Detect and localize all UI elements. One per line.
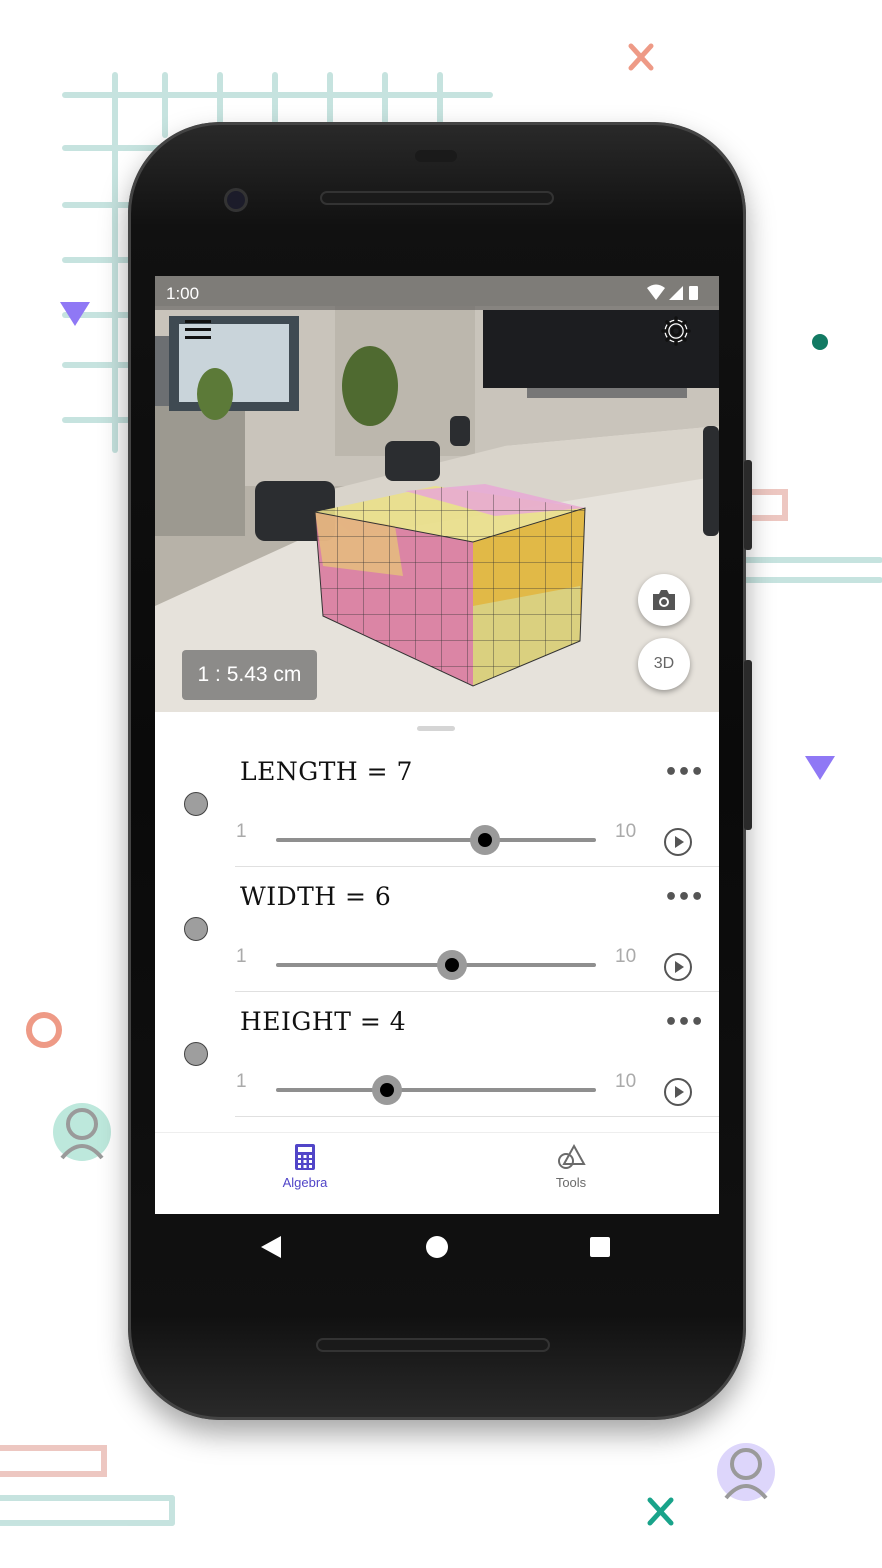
slider-label: WIDTH = 6	[240, 882, 392, 911]
row-divider	[235, 1116, 719, 1117]
recents-icon[interactable]	[590, 1237, 610, 1257]
play-icon[interactable]	[664, 1078, 692, 1106]
proximity-sensor	[415, 150, 457, 162]
nav-algebra[interactable]: Algebra	[245, 1143, 365, 1190]
algebra-panel: LENGTH = 7 ••• 1 10 WIDTH = 6 ••• 1 10 H…	[155, 712, 719, 1132]
volume-button	[744, 660, 752, 830]
visibility-toggle[interactable]	[184, 917, 208, 941]
ar-scene	[155, 276, 719, 712]
camera-icon	[653, 590, 675, 610]
slider-row-height: HEIGHT = 4 ••• 1 10	[155, 992, 719, 1117]
slider-label: LENGTH = 7	[240, 757, 413, 786]
slider-row-width: WIDTH = 6 ••• 1 10	[155, 867, 719, 992]
slider-max: 10	[615, 821, 637, 842]
app-screen: 1:00 3D 1: 5.43 cm LENGTH = 7 ••• 1 10 …	[155, 276, 719, 1214]
status-bar: 1:00	[155, 276, 719, 310]
status-time: 1:00	[166, 284, 200, 303]
more-options-icon[interactable]: •••	[664, 1010, 704, 1035]
slider-thumb[interactable]	[380, 1083, 394, 1097]
slider-track[interactable]	[276, 1088, 596, 1092]
more-options-icon[interactable]: •••	[664, 760, 704, 785]
nav-tools-label: Tools	[555, 1175, 587, 1190]
power-button	[744, 460, 752, 550]
play-icon[interactable]	[664, 953, 692, 981]
scale-indicator: 1 : 5.43 cm	[182, 650, 317, 700]
back-icon[interactable]	[261, 1236, 281, 1258]
wifi-icon	[647, 284, 665, 300]
view-3d-button[interactable]: 3D	[638, 638, 690, 690]
battery-icon	[689, 286, 698, 300]
top-speaker	[320, 191, 554, 205]
ar-camera-view[interactable]: 1:00 3D 1: 5.43 cm	[155, 276, 719, 712]
slider-min: 1	[236, 821, 247, 842]
visibility-toggle[interactable]	[184, 1042, 208, 1066]
nav-algebra-label: Algebra	[282, 1175, 328, 1190]
visibility-toggle[interactable]	[184, 792, 208, 816]
tools-shapes-icon	[558, 1143, 586, 1169]
slider-track[interactable]	[276, 963, 596, 967]
slider-row-length: LENGTH = 7 ••• 1 10	[155, 742, 719, 867]
system-navigation-bar	[155, 1214, 719, 1280]
scale-text: 1 : 5.43 cm	[197, 663, 302, 686]
bottom-navigation: Algebra Tools	[155, 1132, 719, 1214]
menu-icon[interactable]	[185, 320, 211, 340]
home-icon[interactable]	[426, 1236, 448, 1258]
nav-tools[interactable]: Tools	[511, 1143, 631, 1190]
drag-handle[interactable]	[417, 726, 455, 731]
status-icons	[647, 284, 698, 300]
calculator-icon	[295, 1144, 315, 1170]
slider-max: 10	[615, 1071, 637, 1092]
settings-icon[interactable]	[661, 316, 691, 346]
slider-min: 1	[236, 1071, 247, 1092]
slider-track[interactable]	[276, 838, 596, 842]
bottom-speaker	[316, 1338, 550, 1352]
slider-thumb[interactable]	[478, 833, 492, 847]
signal-icon	[669, 286, 683, 300]
slider-min: 1	[236, 946, 247, 967]
slider-max: 10	[615, 946, 637, 967]
slider-label: HEIGHT = 4	[240, 1007, 407, 1036]
snapshot-button[interactable]	[638, 574, 690, 626]
front-camera-lens	[224, 188, 248, 212]
more-options-icon[interactable]: •••	[664, 885, 704, 910]
view-3d-label: 3D	[653, 655, 675, 672]
play-icon[interactable]	[664, 828, 692, 856]
